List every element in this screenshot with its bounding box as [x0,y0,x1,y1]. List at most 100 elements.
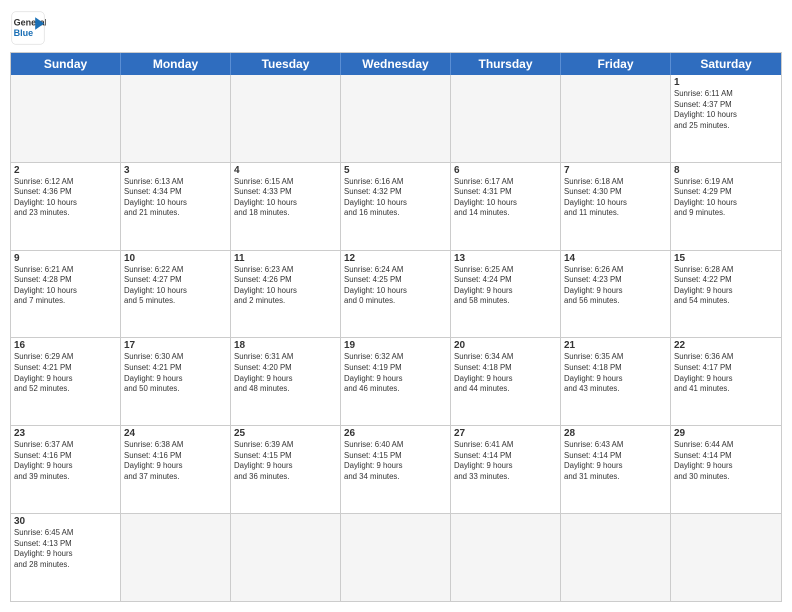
day-number: 16 [14,340,117,351]
day-number: 27 [454,428,557,439]
calendar-cell [341,75,451,162]
calendar-cell: 24Sunrise: 6:38 AM Sunset: 4:16 PM Dayli… [121,426,231,513]
calendar-row-2: 9Sunrise: 6:21 AM Sunset: 4:28 PM Daylig… [11,251,781,339]
cell-info: Sunrise: 6:29 AM Sunset: 4:21 PM Dayligh… [14,352,117,394]
day-number: 22 [674,340,778,351]
cell-info: Sunrise: 6:22 AM Sunset: 4:27 PM Dayligh… [124,265,227,307]
calendar-cell: 11Sunrise: 6:23 AM Sunset: 4:26 PM Dayli… [231,251,341,338]
day-number: 5 [344,165,447,176]
calendar: SundayMondayTuesdayWednesdayThursdayFrid… [10,52,782,602]
cell-info: Sunrise: 6:44 AM Sunset: 4:14 PM Dayligh… [674,440,778,482]
calendar-cell: 22Sunrise: 6:36 AM Sunset: 4:17 PM Dayli… [671,338,781,425]
calendar-cell: 12Sunrise: 6:24 AM Sunset: 4:25 PM Dayli… [341,251,451,338]
cell-info: Sunrise: 6:41 AM Sunset: 4:14 PM Dayligh… [454,440,557,482]
day-number: 1 [674,77,778,88]
cell-info: Sunrise: 6:34 AM Sunset: 4:18 PM Dayligh… [454,352,557,394]
day-number: 15 [674,253,778,264]
calendar-cell [121,514,231,601]
calendar-row-3: 16Sunrise: 6:29 AM Sunset: 4:21 PM Dayli… [11,338,781,426]
cell-info: Sunrise: 6:38 AM Sunset: 4:16 PM Dayligh… [124,440,227,482]
cell-info: Sunrise: 6:45 AM Sunset: 4:13 PM Dayligh… [14,528,117,570]
day-number: 24 [124,428,227,439]
calendar-cell: 21Sunrise: 6:35 AM Sunset: 4:18 PM Dayli… [561,338,671,425]
cell-info: Sunrise: 6:12 AM Sunset: 4:36 PM Dayligh… [14,177,117,219]
cell-info: Sunrise: 6:17 AM Sunset: 4:31 PM Dayligh… [454,177,557,219]
day-number: 18 [234,340,337,351]
calendar-cell: 27Sunrise: 6:41 AM Sunset: 4:14 PM Dayli… [451,426,561,513]
cell-info: Sunrise: 6:30 AM Sunset: 4:21 PM Dayligh… [124,352,227,394]
svg-text:Blue: Blue [14,28,34,38]
calendar-cell: 8Sunrise: 6:19 AM Sunset: 4:29 PM Daylig… [671,163,781,250]
calendar-cell: 4Sunrise: 6:15 AM Sunset: 4:33 PM Daylig… [231,163,341,250]
calendar-row-4: 23Sunrise: 6:37 AM Sunset: 4:16 PM Dayli… [11,426,781,514]
day-number: 9 [14,253,117,264]
logo: General Blue [10,10,46,46]
day-number: 2 [14,165,117,176]
day-header-sunday: Sunday [11,53,121,75]
day-number: 20 [454,340,557,351]
calendar-cell: 20Sunrise: 6:34 AM Sunset: 4:18 PM Dayli… [451,338,561,425]
day-number: 26 [344,428,447,439]
calendar-cell [231,514,341,601]
day-header-thursday: Thursday [451,53,561,75]
calendar-cell [561,75,671,162]
cell-info: Sunrise: 6:13 AM Sunset: 4:34 PM Dayligh… [124,177,227,219]
calendar-cell: 28Sunrise: 6:43 AM Sunset: 4:14 PM Dayli… [561,426,671,513]
cell-info: Sunrise: 6:25 AM Sunset: 4:24 PM Dayligh… [454,265,557,307]
calendar-cell: 9Sunrise: 6:21 AM Sunset: 4:28 PM Daylig… [11,251,121,338]
day-number: 10 [124,253,227,264]
day-number: 29 [674,428,778,439]
day-number: 23 [14,428,117,439]
calendar-cell: 19Sunrise: 6:32 AM Sunset: 4:19 PM Dayli… [341,338,451,425]
calendar-cell: 16Sunrise: 6:29 AM Sunset: 4:21 PM Dayli… [11,338,121,425]
calendar-cell [451,514,561,601]
cell-info: Sunrise: 6:19 AM Sunset: 4:29 PM Dayligh… [674,177,778,219]
day-header-friday: Friday [561,53,671,75]
day-number: 30 [14,516,117,527]
calendar-cell [341,514,451,601]
calendar-body: 1Sunrise: 6:11 AM Sunset: 4:37 PM Daylig… [11,75,781,601]
calendar-cell: 7Sunrise: 6:18 AM Sunset: 4:30 PM Daylig… [561,163,671,250]
calendar-cell: 29Sunrise: 6:44 AM Sunset: 4:14 PM Dayli… [671,426,781,513]
calendar-cell: 6Sunrise: 6:17 AM Sunset: 4:31 PM Daylig… [451,163,561,250]
calendar-cell [11,75,121,162]
cell-info: Sunrise: 6:28 AM Sunset: 4:22 PM Dayligh… [674,265,778,307]
cell-info: Sunrise: 6:15 AM Sunset: 4:33 PM Dayligh… [234,177,337,219]
day-header-saturday: Saturday [671,53,781,75]
header: General Blue [10,10,782,46]
cell-info: Sunrise: 6:31 AM Sunset: 4:20 PM Dayligh… [234,352,337,394]
day-header-tuesday: Tuesday [231,53,341,75]
day-number: 12 [344,253,447,264]
day-number: 19 [344,340,447,351]
calendar-header-row: SundayMondayTuesdayWednesdayThursdayFrid… [11,53,781,75]
day-number: 7 [564,165,667,176]
day-number: 3 [124,165,227,176]
calendar-cell: 18Sunrise: 6:31 AM Sunset: 4:20 PM Dayli… [231,338,341,425]
calendar-cell: 26Sunrise: 6:40 AM Sunset: 4:15 PM Dayli… [341,426,451,513]
day-header-monday: Monday [121,53,231,75]
calendar-cell: 13Sunrise: 6:25 AM Sunset: 4:24 PM Dayli… [451,251,561,338]
day-header-wednesday: Wednesday [341,53,451,75]
cell-info: Sunrise: 6:26 AM Sunset: 4:23 PM Dayligh… [564,265,667,307]
day-number: 13 [454,253,557,264]
calendar-row-0: 1Sunrise: 6:11 AM Sunset: 4:37 PM Daylig… [11,75,781,163]
day-number: 25 [234,428,337,439]
cell-info: Sunrise: 6:39 AM Sunset: 4:15 PM Dayligh… [234,440,337,482]
cell-info: Sunrise: 6:40 AM Sunset: 4:15 PM Dayligh… [344,440,447,482]
calendar-cell: 14Sunrise: 6:26 AM Sunset: 4:23 PM Dayli… [561,251,671,338]
day-number: 11 [234,253,337,264]
cell-info: Sunrise: 6:35 AM Sunset: 4:18 PM Dayligh… [564,352,667,394]
calendar-cell: 17Sunrise: 6:30 AM Sunset: 4:21 PM Dayli… [121,338,231,425]
cell-info: Sunrise: 6:23 AM Sunset: 4:26 PM Dayligh… [234,265,337,307]
cell-info: Sunrise: 6:16 AM Sunset: 4:32 PM Dayligh… [344,177,447,219]
calendar-row-5: 30Sunrise: 6:45 AM Sunset: 4:13 PM Dayli… [11,514,781,601]
page: General Blue SundayMondayTuesdayWednesda… [0,0,792,612]
calendar-cell: 10Sunrise: 6:22 AM Sunset: 4:27 PM Dayli… [121,251,231,338]
calendar-cell: 30Sunrise: 6:45 AM Sunset: 4:13 PM Dayli… [11,514,121,601]
day-number: 6 [454,165,557,176]
logo-icon: General Blue [10,10,46,46]
cell-info: Sunrise: 6:32 AM Sunset: 4:19 PM Dayligh… [344,352,447,394]
calendar-cell: 2Sunrise: 6:12 AM Sunset: 4:36 PM Daylig… [11,163,121,250]
calendar-cell: 5Sunrise: 6:16 AM Sunset: 4:32 PM Daylig… [341,163,451,250]
calendar-cell [231,75,341,162]
